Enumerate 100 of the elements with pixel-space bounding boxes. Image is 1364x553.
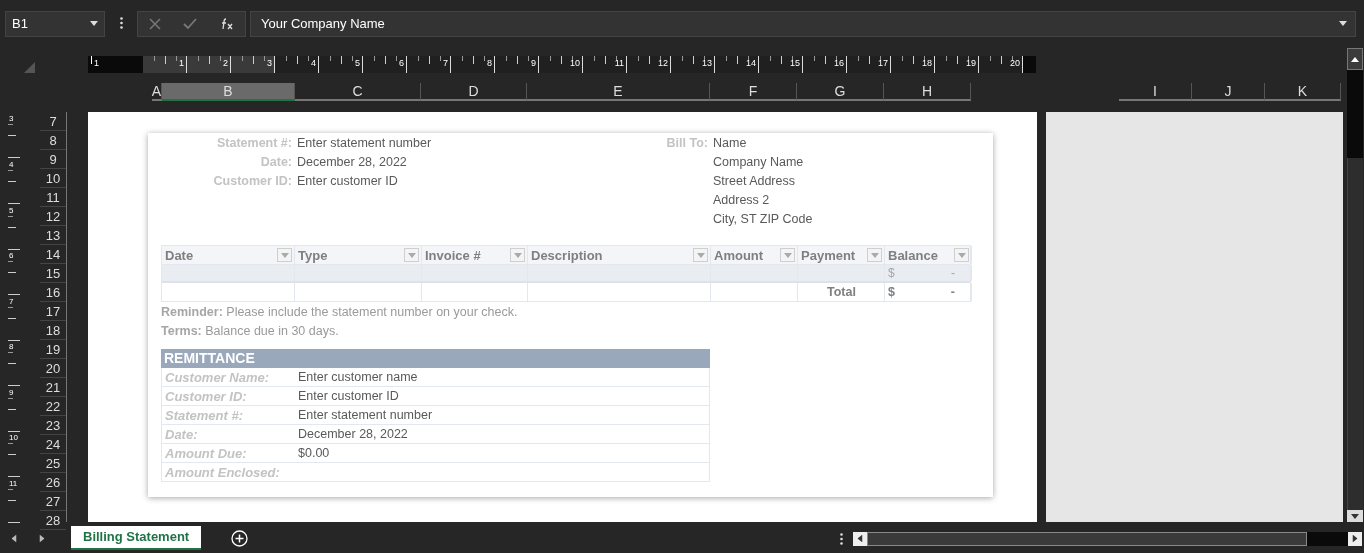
- enter-button[interactable]: [183, 17, 198, 30]
- caret-icon: [513, 252, 522, 258]
- row-header[interactable]: 19: [40, 340, 66, 360]
- ruler-number: 9: [531, 57, 536, 70]
- sheet-tab[interactable]: Billing Statement: [71, 525, 202, 550]
- ruler-number: 8: [487, 57, 492, 70]
- row-header[interactable]: 12: [40, 207, 66, 227]
- formula-field[interactable]: Your Company Name: [250, 10, 1356, 37]
- field-value: Enter customer name: [298, 370, 419, 385]
- row-header[interactable]: 9: [40, 150, 66, 170]
- ruler-number: 11: [614, 57, 624, 70]
- ruler-number: 11: [9, 478, 18, 488]
- field-value: December 28, 2022: [297, 154, 408, 169]
- currency-symbol: $: [888, 266, 895, 281]
- ruler-number: 12: [658, 57, 668, 70]
- row-header[interactable]: 26: [40, 473, 66, 493]
- row-header[interactable]: 15: [40, 264, 66, 284]
- row-header[interactable]: 21: [40, 378, 66, 398]
- field-value: Enter customer ID: [298, 389, 400, 404]
- ruler-number: 6: [399, 57, 404, 70]
- add-sheet-button[interactable]: [231, 530, 249, 548]
- insert-function-button[interactable]: [219, 17, 234, 30]
- column-heading: Balance: [888, 247, 938, 263]
- more-icon[interactable]: [840, 532, 843, 545]
- row-header[interactable]: 7: [40, 112, 66, 132]
- address-line: Name: [713, 135, 748, 150]
- ruler-number: 17: [878, 57, 888, 70]
- ruler-number: 6: [9, 251, 14, 261]
- column-header[interactable]: F: [710, 83, 797, 102]
- field-label: Statement #:: [215, 135, 292, 150]
- caret-icon: [696, 252, 705, 258]
- row-header[interactable]: 24: [40, 435, 66, 455]
- caret-icon: [280, 252, 289, 258]
- column-heading: Description: [531, 247, 603, 263]
- row-header[interactable]: 27: [40, 492, 66, 512]
- row-header[interactable]: 11: [40, 188, 66, 208]
- row-header[interactable]: 25: [40, 454, 66, 474]
- field-label: Customer Name:: [164, 369, 271, 385]
- row-header[interactable]: 20: [40, 359, 66, 379]
- field-value: Enter statement number: [297, 135, 433, 150]
- row-header[interactable]: 28: [40, 511, 66, 531]
- note-text: Terms: Balance due in 30 days.: [161, 323, 340, 341]
- caret-icon: [407, 252, 416, 258]
- row-header[interactable]: 17: [40, 302, 66, 322]
- scroll-down-button[interactable]: [1347, 510, 1363, 523]
- column-header[interactable]: G: [797, 83, 884, 102]
- field-value: December 28, 2022: [298, 427, 409, 442]
- ruler-number: 1: [94, 57, 99, 68]
- row-header[interactable]: 22: [40, 397, 66, 417]
- row-header[interactable]: 23: [40, 416, 66, 436]
- cancel-button[interactable]: [149, 17, 162, 30]
- ruler-number: 19: [966, 57, 976, 70]
- row-header[interactable]: 13: [40, 226, 66, 246]
- left-arrow-icon: [11, 534, 17, 543]
- row-header[interactable]: 18: [40, 321, 66, 341]
- ruler-number: 4: [9, 159, 14, 169]
- column-heading: Invoice #: [425, 247, 481, 263]
- caret-icon: [870, 252, 879, 258]
- ruler-number: 5: [355, 57, 360, 70]
- column-header[interactable]: I: [1119, 83, 1192, 102]
- column-header[interactable]: J: [1192, 83, 1265, 102]
- scroll-up-button[interactable]: [1347, 48, 1363, 71]
- column-header[interactable]: E: [527, 83, 710, 102]
- scroll-right-button[interactable]: [1348, 531, 1362, 546]
- row-header[interactable]: 14: [40, 245, 66, 265]
- total-label: Total: [827, 285, 856, 300]
- field-label: Bill To:: [665, 135, 708, 150]
- row-header[interactable]: 8: [40, 131, 66, 151]
- address-line: Street Address: [713, 173, 796, 188]
- scroll-left-button[interactable]: [853, 531, 867, 546]
- column-header[interactable]: H: [884, 83, 971, 102]
- column-header[interactable]: K: [1265, 83, 1341, 102]
- column-header[interactable]: B: [162, 83, 295, 102]
- field-label: Statement #:: [164, 407, 245, 423]
- ruler-number: 5: [9, 205, 14, 215]
- address-line: City, ST ZIP Code: [713, 211, 814, 226]
- currency-symbol: $: [888, 285, 895, 300]
- ruler-number: 16: [834, 57, 844, 70]
- ruler-number: 1: [179, 57, 184, 70]
- field-value: Enter customer ID: [297, 173, 399, 188]
- column-heading: Date: [165, 247, 194, 263]
- left-arrow-icon: [857, 534, 863, 543]
- amount: -: [950, 285, 955, 300]
- column-header[interactable]: D: [421, 83, 527, 102]
- up-arrow-icon: [1351, 56, 1359, 62]
- right-arrow-icon: [1352, 534, 1358, 543]
- ruler-number: 8: [9, 342, 14, 352]
- row-header[interactable]: 16: [40, 283, 66, 303]
- more-icon[interactable]: [119, 16, 123, 29]
- row-header[interactable]: 10: [40, 169, 66, 189]
- amount: -: [951, 266, 955, 281]
- down-arrow-icon: [1351, 513, 1359, 519]
- scroll-thumb[interactable]: [1347, 70, 1363, 159]
- caret-icon: [957, 252, 966, 258]
- name-box[interactable]: B1: [5, 10, 105, 37]
- field-label: Customer ID:: [164, 388, 248, 404]
- column-header[interactable]: C: [295, 83, 421, 102]
- column-heading: Type: [298, 247, 328, 263]
- ruler-number: 2: [223, 57, 228, 70]
- ruler-number: 14: [746, 57, 756, 70]
